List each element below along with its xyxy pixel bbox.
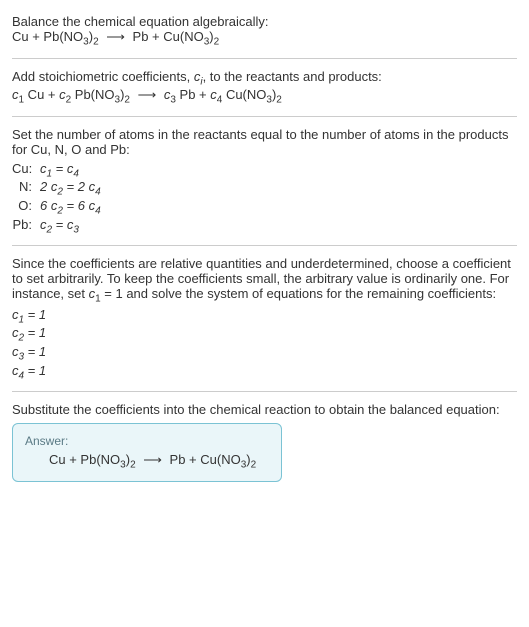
- atom-equation: c1 = c4: [40, 161, 79, 180]
- val: = 1: [24, 325, 46, 340]
- step4-section: Since the coefficients are relative quan…: [12, 250, 517, 387]
- answer-equation: Cu + Pb(NO3)2 ⟶ Pb + Cu(NO3)2: [25, 452, 269, 471]
- val: = 1: [24, 344, 46, 359]
- divider: [12, 245, 517, 246]
- subscript: 2: [130, 460, 136, 471]
- divider: [12, 391, 517, 392]
- eq-text: Cu(NO: [222, 87, 266, 102]
- answer-label: Answer:: [25, 434, 269, 448]
- step5-section: Substitute the coefficients into the che…: [12, 396, 517, 488]
- atom-row-pb: Pb: c2 = c3: [12, 217, 517, 236]
- arrow-icon: ⟶: [143, 452, 162, 467]
- atom-label: N:: [12, 179, 40, 194]
- instruction-text: Add stoichiometric coefficients,: [12, 69, 194, 84]
- eq-text: 2: [40, 179, 51, 194]
- answer-box: Answer: Cu + Pb(NO3)2 ⟶ Pb + Cu(NO3)2: [12, 423, 282, 482]
- subscript: 2: [251, 460, 257, 471]
- eq-text: =: [52, 217, 67, 232]
- eq-text: Pb(NO: [71, 87, 114, 102]
- eq-text: Pb + Cu(NO: [133, 29, 204, 44]
- atom-label: Cu:: [12, 161, 40, 176]
- subscript: 2: [124, 95, 130, 106]
- step5-instruction: Substitute the coefficients into the che…: [12, 402, 517, 417]
- subscript: 4: [95, 206, 101, 217]
- step1-section: Balance the chemical equation algebraica…: [12, 8, 517, 54]
- step4-instruction: Since the coefficients are relative quan…: [12, 256, 517, 305]
- eq-text: =: [52, 161, 67, 176]
- arrow-icon: ⟶: [106, 29, 125, 44]
- atom-label: O:: [12, 198, 40, 213]
- subscript: 4: [95, 187, 101, 198]
- step2-section: Add stoichiometric coefficients, ci, to …: [12, 63, 517, 112]
- subscript: 3: [73, 224, 79, 235]
- eq-text: Cu + Pb(NO: [12, 29, 83, 44]
- subscript: 2: [276, 95, 282, 106]
- step1-instruction: Balance the chemical equation algebraica…: [12, 14, 517, 29]
- step2-instruction: Add stoichiometric coefficients, ci, to …: [12, 69, 517, 88]
- eq-text: Cu +: [24, 87, 59, 102]
- step1-equation: Cu + Pb(NO3)2 ⟶ Pb + Cu(NO3)2: [12, 29, 517, 48]
- coef-result-2: c2 = 1: [12, 325, 517, 344]
- step3-instruction: Set the number of atoms in the reactants…: [12, 127, 517, 157]
- subscript: 2: [93, 37, 99, 48]
- atom-row-n: N: 2 c2 = 2 c4: [12, 179, 517, 198]
- eq-text: Pb + Cu(NO: [170, 452, 241, 467]
- atom-row-o: O: 6 c2 = 6 c4: [12, 198, 517, 217]
- coefficient-results: c1 = 1 c2 = 1 c3 = 1 c4 = 1: [12, 307, 517, 381]
- coef-result-1: c1 = 1: [12, 307, 517, 326]
- atom-equation: c2 = c3: [40, 217, 79, 236]
- eq-text: Pb +: [176, 87, 210, 102]
- arrow-icon: ⟶: [138, 87, 157, 102]
- coef-result-4: c4 = 1: [12, 363, 517, 382]
- subscript: 2: [214, 37, 220, 48]
- instruction-text: = 1 and solve the system of equations fo…: [101, 286, 496, 301]
- eq-text: = 2: [63, 179, 89, 194]
- divider: [12, 58, 517, 59]
- atom-equation: 6 c2 = 6 c4: [40, 198, 101, 217]
- eq-text: = 6: [63, 198, 89, 213]
- val: = 1: [24, 363, 46, 378]
- val: = 1: [24, 307, 46, 322]
- atom-row-cu: Cu: c1 = c4: [12, 161, 517, 180]
- divider: [12, 116, 517, 117]
- atom-equations-table: Cu: c1 = c4 N: 2 c2 = 2 c4 O: 6 c2 = 6 c…: [12, 161, 517, 235]
- subscript: 4: [73, 168, 79, 179]
- eq-text: 6: [40, 198, 51, 213]
- instruction-text: , to the reactants and products:: [203, 69, 382, 84]
- coef-result-3: c3 = 1: [12, 344, 517, 363]
- eq-text: Cu + Pb(NO: [49, 452, 120, 467]
- step2-equation: c1 Cu + c2 Pb(NO3)2 ⟶ c3 Pb + c4 Cu(NO3)…: [12, 87, 517, 106]
- atom-equation: 2 c2 = 2 c4: [40, 179, 101, 198]
- step3-section: Set the number of atoms in the reactants…: [12, 121, 517, 241]
- atom-label: Pb:: [12, 217, 40, 232]
